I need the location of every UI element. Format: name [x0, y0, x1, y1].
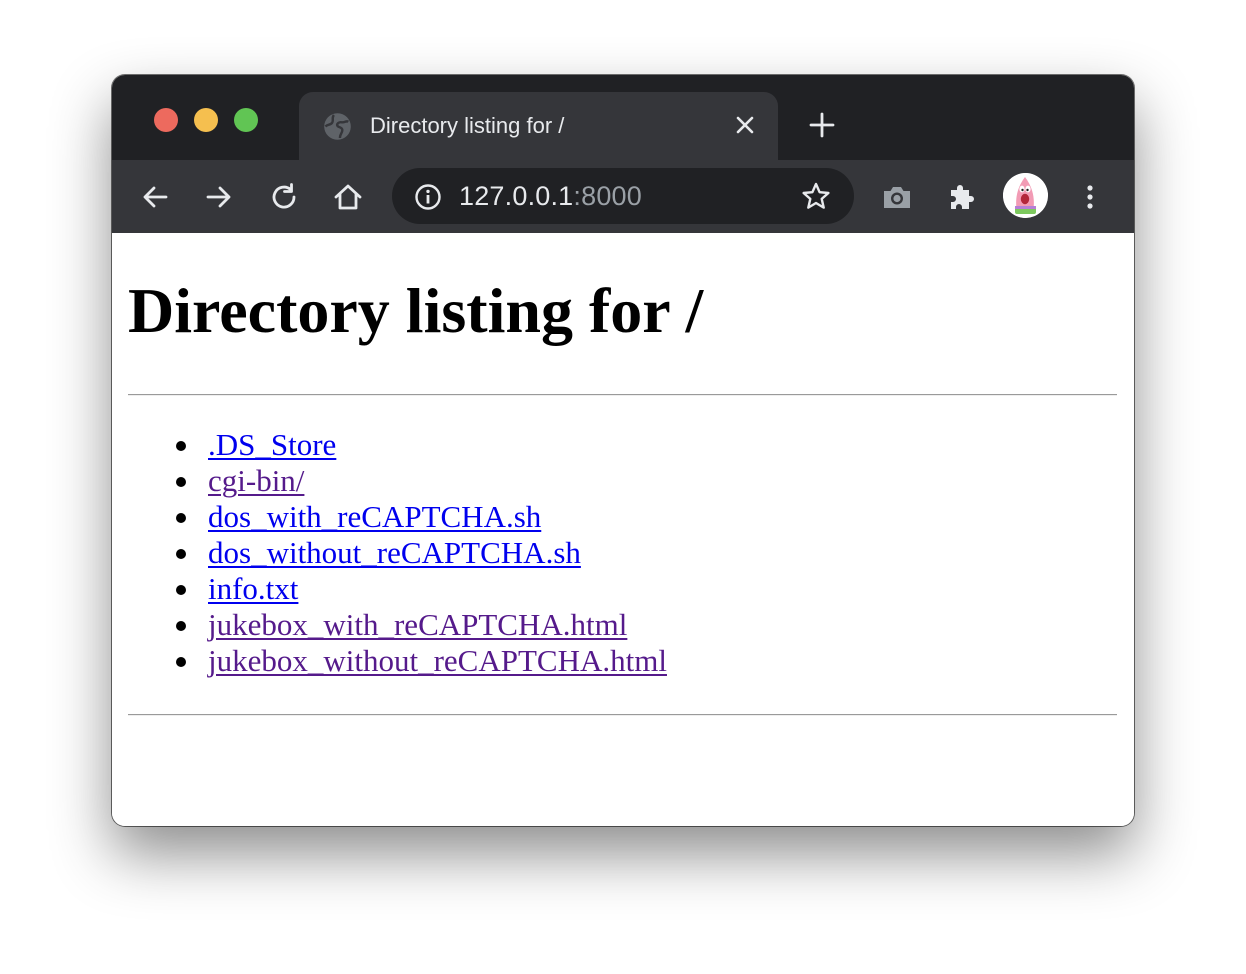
- list-item: .DS_Store: [176, 427, 667, 463]
- globe-icon: [324, 113, 351, 140]
- file-link[interactable]: cgi-bin/: [208, 463, 304, 498]
- avatar-image: [1003, 173, 1048, 218]
- file-link[interactable]: dos_with_reCAPTCHA.sh: [208, 499, 541, 534]
- browser-window: Directory listing for / 127.0.0.1:8000 D…: [112, 75, 1134, 826]
- toolbar: 127.0.0.1:8000: [112, 160, 1134, 233]
- zoom-window-button[interactable]: [234, 108, 258, 132]
- list-item: cgi-bin/: [176, 463, 667, 499]
- camera-icon[interactable]: [881, 181, 913, 213]
- puzzle-icon[interactable]: [946, 181, 978, 213]
- list-item: info.txt: [176, 571, 667, 607]
- url-text[interactable]: 127.0.0.1:8000: [459, 181, 642, 211]
- file-link[interactable]: dos_without_reCAPTCHA.sh: [208, 535, 581, 570]
- bullet-icon: [176, 513, 186, 523]
- bullet-icon: [176, 549, 186, 559]
- close-icon[interactable]: [734, 114, 756, 136]
- new-tab-icon[interactable]: [809, 112, 835, 138]
- bullet-icon: [176, 477, 186, 487]
- kebab-menu-icon[interactable]: [1074, 181, 1106, 213]
- tab-active[interactable]: Directory listing for /: [299, 92, 778, 160]
- file-link[interactable]: .DS_Store: [208, 427, 336, 462]
- tab-title: Directory listing for /: [370, 113, 565, 138]
- url-host: 127.0.0.1: [459, 181, 574, 211]
- bullet-icon: [176, 657, 186, 667]
- minimize-window-button[interactable]: [194, 108, 218, 132]
- tab-strip: Directory listing for /: [112, 75, 1134, 160]
- url-port: :8000: [573, 181, 642, 211]
- home-icon[interactable]: [332, 181, 364, 213]
- bullet-icon: [176, 441, 186, 451]
- list-item: jukebox_without_reCAPTCHA.html: [176, 643, 667, 679]
- file-link[interactable]: jukebox_with_reCAPTCHA.html: [208, 607, 627, 642]
- list-item: dos_without_reCAPTCHA.sh: [176, 535, 667, 571]
- page-content: Directory listing for / .DS_Store cgi-bin…: [112, 233, 1134, 826]
- close-window-button[interactable]: [154, 108, 178, 132]
- back-arrow-icon[interactable]: [139, 181, 171, 213]
- file-link[interactable]: jukebox_without_reCAPTCHA.html: [208, 643, 667, 678]
- list-item: dos_with_reCAPTCHA.sh: [176, 499, 667, 535]
- star-icon[interactable]: [801, 181, 831, 211]
- info-icon[interactable]: [414, 183, 442, 211]
- bullet-icon: [176, 585, 186, 595]
- file-link[interactable]: info.txt: [208, 571, 298, 606]
- page-title: Directory listing for /: [128, 275, 704, 346]
- reload-icon[interactable]: [268, 181, 300, 213]
- address-bar[interactable]: 127.0.0.1:8000: [392, 168, 854, 224]
- forward-arrow-icon[interactable]: [203, 181, 235, 213]
- divider-top: [128, 394, 1117, 396]
- avatar[interactable]: [1003, 173, 1048, 218]
- bullet-icon: [176, 621, 186, 631]
- list-item: jukebox_with_reCAPTCHA.html: [176, 607, 667, 643]
- divider-bottom: [128, 714, 1117, 716]
- directory-list: .DS_Store cgi-bin/dos_with_reCAPTCHA.sh do…: [176, 427, 667, 679]
